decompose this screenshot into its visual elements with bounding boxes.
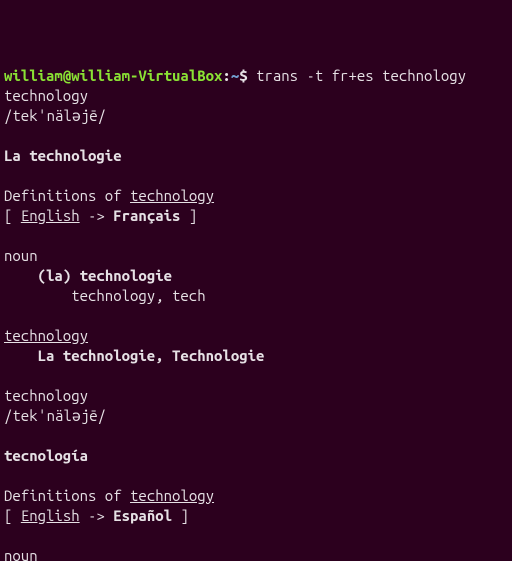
fr-br-l: [ xyxy=(4,207,21,224)
es-defs-word: technology xyxy=(130,487,214,504)
fr-lang-dst: Français xyxy=(113,207,180,224)
command-text: trans -t fr+es technology xyxy=(256,67,466,84)
fr-pos: noun xyxy=(4,247,38,264)
es-pos: noun xyxy=(4,547,38,561)
prompt-user: william xyxy=(4,67,63,84)
fr-echo: technology xyxy=(4,87,88,104)
fr-arrow: -> xyxy=(80,207,114,224)
es-head: tecnología xyxy=(4,447,88,464)
fr-syn-1: La technologie xyxy=(38,347,156,364)
fr-defs-of: Definitions of xyxy=(4,187,130,204)
fr-syn-sep: , xyxy=(155,347,172,364)
es-phon: /tekˈnäləjē/ xyxy=(4,407,106,424)
prompt-colon: : xyxy=(222,67,230,84)
es-br-l: [ xyxy=(4,507,21,524)
fr-br-r: ] xyxy=(180,207,197,224)
es-lang-src: English xyxy=(21,507,80,524)
fr-phon: /tekˈnäləjē/ xyxy=(4,107,106,124)
prompt-line-1: william@william-VirtualBox:~$ trans -t f… xyxy=(4,67,466,84)
fr-lang-src: English xyxy=(21,207,80,224)
es-defs-of: Definitions of xyxy=(4,487,130,504)
fr-entry-gloss: technology, tech xyxy=(4,287,206,304)
fr-syn-head: technology xyxy=(4,327,88,344)
prompt-path: ~ xyxy=(231,67,239,84)
prompt-host: william-VirtualBox xyxy=(71,67,222,84)
fr-entry-word: technologie xyxy=(80,267,172,284)
prompt-at: @ xyxy=(63,67,71,84)
prompt-dollar: $ xyxy=(239,67,256,84)
fr-defs-word: technology xyxy=(130,187,214,204)
es-echo: technology xyxy=(4,387,88,404)
es-lang-dst: Español xyxy=(113,507,172,524)
fr-entry-article: (la) xyxy=(38,267,80,284)
fr-syn-2: Technologie xyxy=(172,347,264,364)
fr-head: La technologie xyxy=(4,147,122,164)
es-br-r: ] xyxy=(172,507,189,524)
es-arrow: -> xyxy=(80,507,114,524)
fr-syn-indent xyxy=(4,347,38,364)
terminal[interactable]: william@william-VirtualBox:~$ trans -t f… xyxy=(0,60,512,561)
